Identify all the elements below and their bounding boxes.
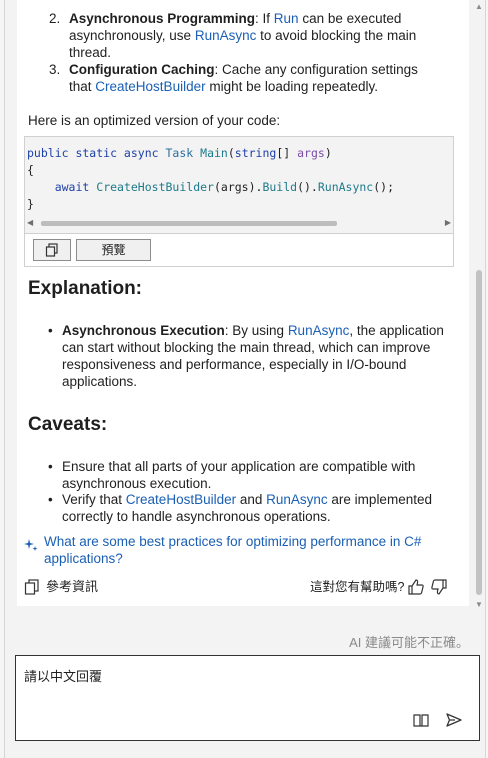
code-block: public static async Task Main(string[] a… — [24, 136, 454, 267]
list-item: • Verify that CreateHostBuilder and RunA… — [48, 491, 454, 525]
chat-panel: 2. Asynchronous Programming: If Run can … — [4, 0, 486, 758]
scroll-up-icon[interactable]: ▲ — [472, 0, 486, 14]
code-token: public static async — [27, 146, 159, 160]
list-item-text: to avoid blocking the main — [256, 28, 417, 43]
list-item-text: Verify that — [62, 492, 126, 507]
list-number: 2. — [49, 11, 61, 26]
createhostbuilder-link[interactable]: CreateHostBuilder — [126, 492, 236, 507]
list-item-text: responsiveness and performance, especial… — [62, 357, 407, 372]
list-item: • Asynchronous Execution: By using RunAs… — [48, 322, 454, 390]
helpful-prompt: 這對您有幫助嗎? — [310, 580, 405, 594]
code-content: public static async Task Main(string[] a… — [27, 145, 394, 213]
code-token: [] — [276, 146, 298, 160]
list-item-text: : Cache any configuration settings — [214, 62, 418, 77]
caveats-heading: Caveats: — [28, 414, 108, 435]
references-label: 參考資訊 — [46, 579, 99, 594]
code-token: (); — [373, 180, 395, 194]
suggestion-line[interactable]: What are some best practices for optimiz… — [44, 533, 434, 550]
code-token: Main — [200, 146, 228, 160]
send-icon[interactable] — [445, 711, 463, 729]
sparkle-icon — [24, 539, 38, 551]
chat-input-text[interactable]: 請以中文回覆 — [24, 666, 102, 685]
createhostbuilder-link[interactable]: CreateHostBuilder — [95, 79, 205, 94]
explanation-heading: Explanation: — [28, 278, 143, 299]
list-item-title: Asynchronous Programming — [69, 11, 256, 26]
intro-text: Here is an optimized version of your cod… — [28, 113, 281, 128]
copy-icon — [45, 243, 58, 257]
code-token: (). — [297, 180, 318, 194]
bullet: • — [48, 492, 53, 507]
list-item-text: are implemented — [327, 492, 432, 507]
code-token: ( — [227, 146, 235, 160]
chat-input[interactable]: 請以中文回覆 — [15, 655, 480, 741]
suggestion-line[interactable]: applications? — [44, 550, 434, 567]
list-item: 2. Asynchronous Programming: If Run can … — [49, 10, 449, 61]
vertical-scrollbar[interactable]: ▲ ▼ — [472, 0, 486, 620]
book-icon[interactable] — [412, 711, 430, 729]
code-token: { — [27, 163, 34, 177]
list-item-text: applications. — [62, 374, 138, 389]
list-item-text: , the application — [349, 323, 444, 338]
scroll-thumb[interactable] — [41, 221, 337, 226]
runasync-link[interactable]: RunAsync — [288, 323, 350, 338]
scroll-left-icon[interactable]: ◀ — [27, 217, 33, 229]
code-token: } — [27, 197, 34, 211]
list-item: 3. Configuration Caching: Cache any conf… — [49, 61, 449, 95]
list-item: • Ensure that all parts of your applicat… — [48, 458, 454, 492]
list-item-title: Configuration Caching — [69, 62, 215, 77]
references-icon — [24, 579, 39, 595]
runasync-link[interactable]: RunAsync — [266, 492, 328, 507]
code-token: await — [54, 180, 90, 194]
code-token: ) — [324, 146, 332, 160]
code-token: (args). — [213, 180, 263, 194]
list-item-text: correctly to handle asynchronous operati… — [62, 509, 331, 524]
scroll-down-icon[interactable]: ▼ — [472, 598, 486, 612]
preview-button[interactable]: 預覽 — [76, 239, 151, 261]
list-item-text: that — [69, 79, 96, 94]
run-link[interactable]: Run — [274, 11, 299, 26]
bullet: • — [48, 459, 53, 474]
runasync-link[interactable]: RunAsync — [195, 28, 257, 43]
code-token: RunAsync — [317, 180, 374, 194]
code-token: string — [234, 146, 277, 160]
scroll-thumb[interactable] — [476, 270, 482, 595]
code-token: Task — [165, 146, 194, 160]
ai-disclaimer: AI 建議可能不正確。 — [349, 635, 469, 650]
list-item-text: asynchronous execution. — [62, 476, 212, 491]
scroll-right-icon[interactable]: ▶ — [445, 217, 451, 229]
list-item-text: can start without blocking the main thre… — [62, 340, 431, 355]
list-item-text: : If — [255, 11, 274, 26]
suggested-question-text[interactable]: What are some best practices for optimiz… — [44, 533, 434, 567]
thumbs-down-icon[interactable] — [430, 578, 448, 596]
list-number: 3. — [49, 62, 61, 77]
list-item-text: asynchronously, use — [69, 28, 195, 43]
list-item-text: and — [236, 492, 267, 507]
list-item-text: thread. — [69, 45, 112, 60]
code-toolbar: 預覽 — [25, 233, 453, 266]
thumbs-up-icon[interactable] — [407, 578, 425, 596]
copy-code-button[interactable] — [33, 239, 71, 261]
list-item-text: Ensure that all parts of your applicatio… — [62, 459, 416, 474]
code-token: Build — [262, 180, 298, 194]
code-horizontal-scrollbar[interactable]: ◀ ▶ — [27, 217, 451, 229]
code-token: CreateHostBuilder — [96, 180, 214, 194]
list-item-text: can be executed — [298, 11, 402, 26]
list-item-text: might be loading repeatedly. — [205, 79, 378, 94]
bullet: • — [48, 323, 53, 338]
assistant-response-card: 2. Asynchronous Programming: If Run can … — [17, 0, 469, 606]
list-item-text: : By using — [224, 323, 288, 338]
list-item-title: Asynchronous Execution — [62, 323, 225, 338]
code-token: args — [297, 146, 325, 160]
